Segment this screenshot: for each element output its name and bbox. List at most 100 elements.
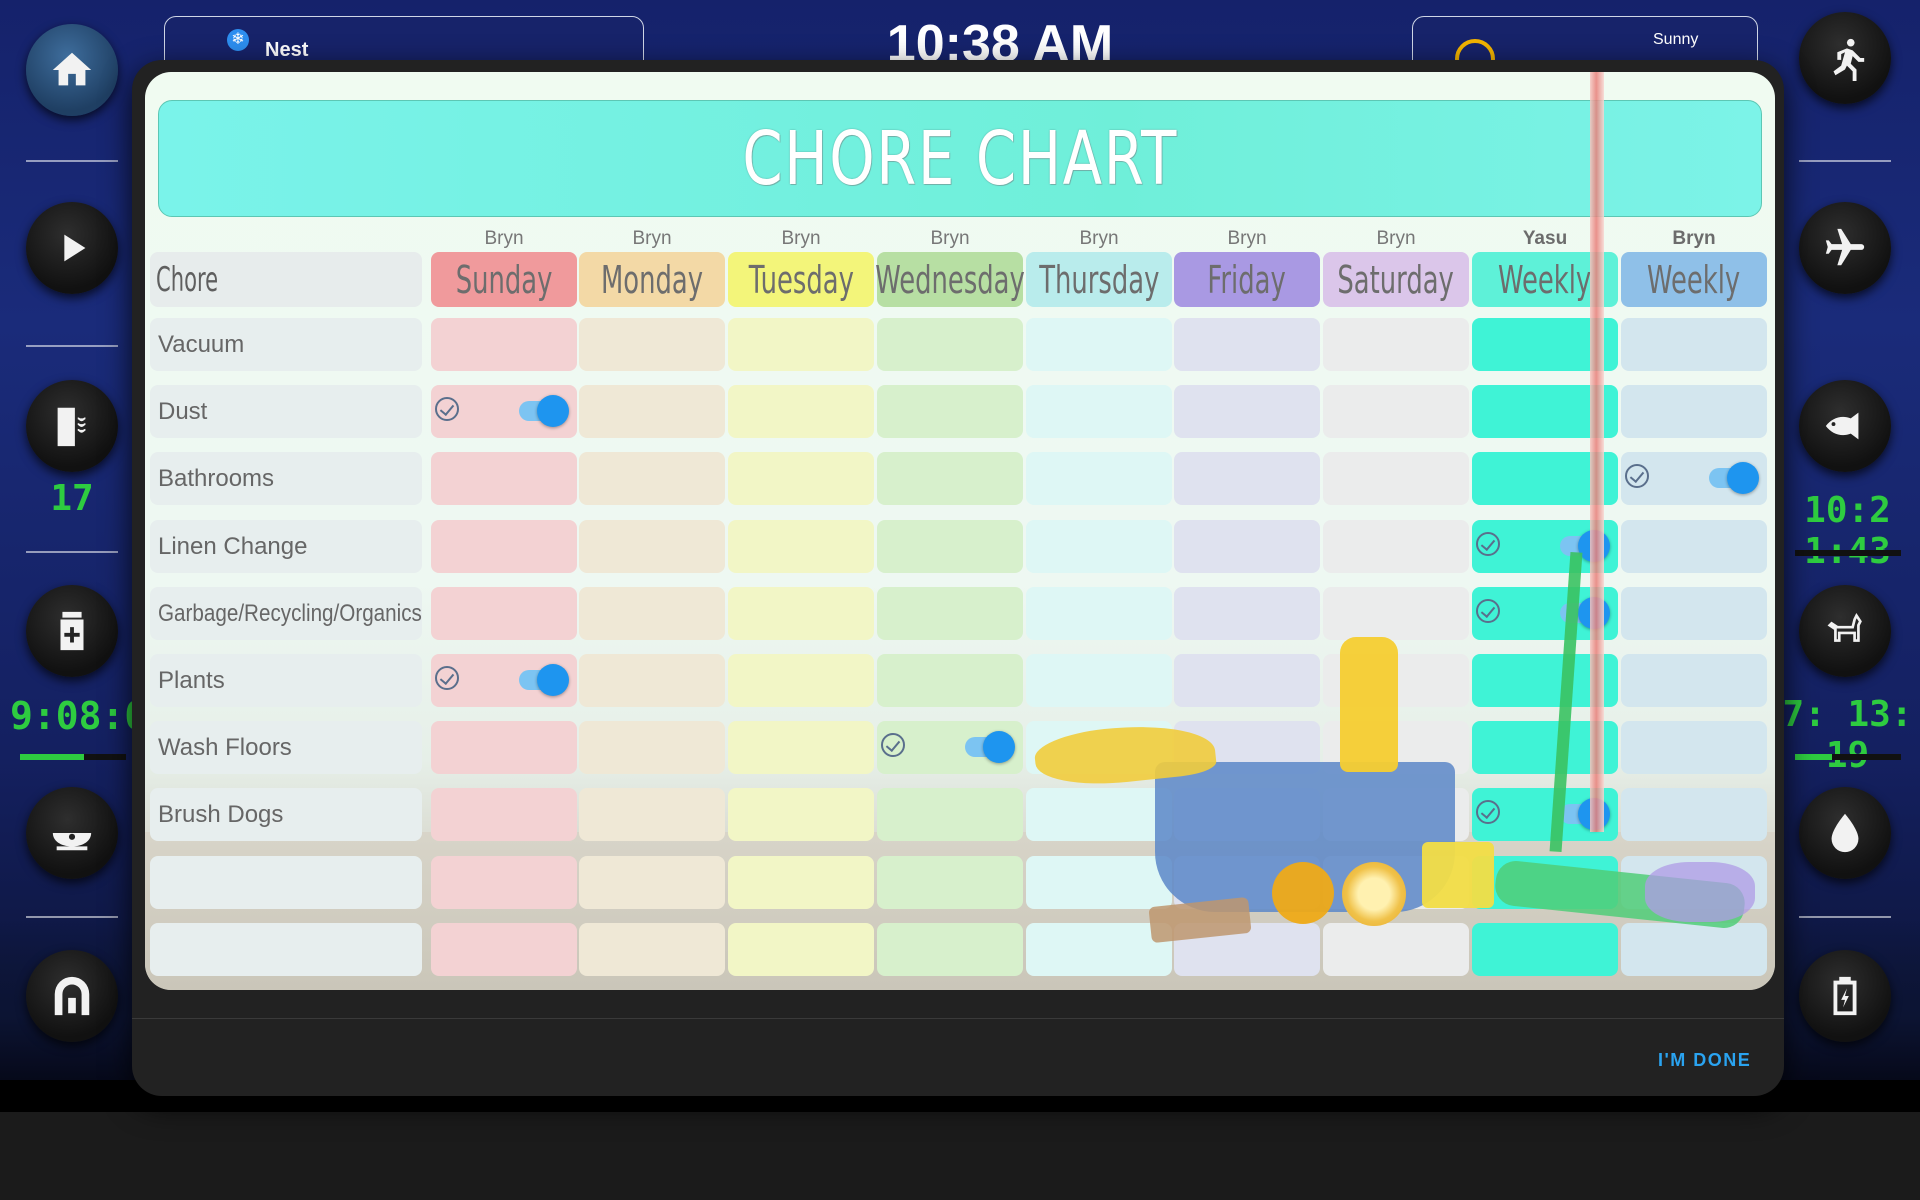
chore-cell[interactable] [1323,520,1469,573]
chore-cell[interactable] [728,923,874,976]
chore-cell[interactable] [1621,721,1767,774]
sponge [1422,842,1494,908]
left-timer-progress-fill [20,754,84,760]
medicine-icon [60,611,84,651]
column-person-2: Bryn [781,228,821,249]
chore-cell[interactable] [1621,654,1767,707]
chore-cell[interactable] [431,788,577,841]
chore-cell[interactable] [877,587,1023,640]
chore-cell[interactable] [1026,520,1172,573]
chore-label-text: Dust [158,397,208,425]
right-timer-bottom: 7: 13: 19 [1782,694,1913,776]
chore-cell[interactable] [877,923,1023,976]
bottom-area [0,1112,1920,1200]
chore-cell[interactable] [579,721,725,774]
activity-button[interactable] [1799,12,1891,104]
dog-button[interactable] [1799,585,1891,677]
chore-cell[interactable] [728,452,874,505]
chore-cell[interactable] [728,654,874,707]
chore-cell[interactable] [579,654,725,707]
chore-cell[interactable] [1174,318,1320,371]
chore-cell[interactable] [877,520,1023,573]
chore-cell[interactable] [1323,385,1469,438]
home-button[interactable] [26,24,118,116]
im-done-button[interactable]: I'M DONE [1648,1044,1761,1077]
chore-cell[interactable] [431,385,577,438]
chore-cell[interactable] [1174,520,1320,573]
water-heater-button[interactable] [26,380,118,472]
chore-cell[interactable] [1174,385,1320,438]
fish-button[interactable] [1799,380,1891,472]
chore-cell[interactable] [728,385,874,438]
chore-cell[interactable] [877,318,1023,371]
chore-cell[interactable] [579,923,725,976]
chore-cell[interactable] [431,452,577,505]
chore-cell[interactable] [728,318,874,371]
chore-cell[interactable] [877,452,1023,505]
water-heater-icon [57,407,86,447]
chore-cell[interactable] [1174,452,1320,505]
medicine-button[interactable] [26,585,118,677]
chore-cell[interactable] [579,587,725,640]
chore-cell[interactable] [1026,452,1172,505]
chore-cell[interactable] [579,318,725,371]
chore-cell[interactable] [1472,923,1618,976]
chore-cell[interactable] [1621,788,1767,841]
chore-cell[interactable] [431,520,577,573]
chore-cell[interactable] [431,721,577,774]
door-button[interactable] [26,950,118,1042]
chore-cell[interactable] [877,721,1023,774]
chore-cell[interactable] [431,654,577,707]
done-toggle[interactable] [519,664,569,696]
chore-cell[interactable] [1621,923,1767,976]
water-button[interactable] [1799,787,1891,879]
column-person-0: Bryn [484,228,524,249]
chore-cell[interactable] [579,452,725,505]
right-timer-top: 10:2 1:43 [1804,490,1891,572]
chore-cell[interactable] [1174,654,1320,707]
chore-cell[interactable] [1323,452,1469,505]
chore-cell[interactable] [579,385,725,438]
chore-cell[interactable] [1323,318,1469,371]
chore-cell[interactable] [1026,856,1172,909]
chore-cell[interactable] [1026,654,1172,707]
chore-cell[interactable] [1621,318,1767,371]
chore-cell[interactable] [1323,587,1469,640]
battery-button[interactable] [1799,950,1891,1042]
chore-cell[interactable] [1621,587,1767,640]
chore-cell[interactable] [877,654,1023,707]
chore-cell[interactable] [579,520,725,573]
chore-cell[interactable] [728,520,874,573]
chore-cell[interactable] [431,587,577,640]
chore-cell[interactable] [728,587,874,640]
chore-cell[interactable] [431,856,577,909]
chore-cell[interactable] [728,788,874,841]
chore-cell[interactable] [728,856,874,909]
play-button[interactable] [26,202,118,294]
done-toggle[interactable] [519,395,569,427]
chore-cell[interactable] [431,923,577,976]
travel-button[interactable] [1799,202,1891,294]
chore-cell[interactable] [877,856,1023,909]
chore-cell[interactable] [1026,385,1172,438]
chore-cell[interactable] [877,788,1023,841]
chore-cell[interactable] [431,318,577,371]
lemon-half [1342,862,1406,926]
chore-cell[interactable] [728,721,874,774]
chore-cell[interactable] [579,788,725,841]
chore-cell[interactable] [1026,318,1172,371]
done-toggle[interactable] [965,731,1015,763]
chore-cell[interactable] [1621,385,1767,438]
done-toggle[interactable] [1709,462,1759,494]
chore-label: Brush Dogs [150,788,422,841]
chore-cell[interactable] [1174,587,1320,640]
chore-cell[interactable] [579,856,725,909]
chore-cell[interactable] [877,385,1023,438]
home-icon [52,52,92,86]
chore-cell[interactable] [1026,587,1172,640]
chore-cell[interactable] [1621,452,1767,505]
pet-bowl-button[interactable] [26,787,118,879]
chore-cell[interactable] [1621,520,1767,573]
chore-cell[interactable] [1323,923,1469,976]
chore-cell[interactable] [1026,788,1172,841]
